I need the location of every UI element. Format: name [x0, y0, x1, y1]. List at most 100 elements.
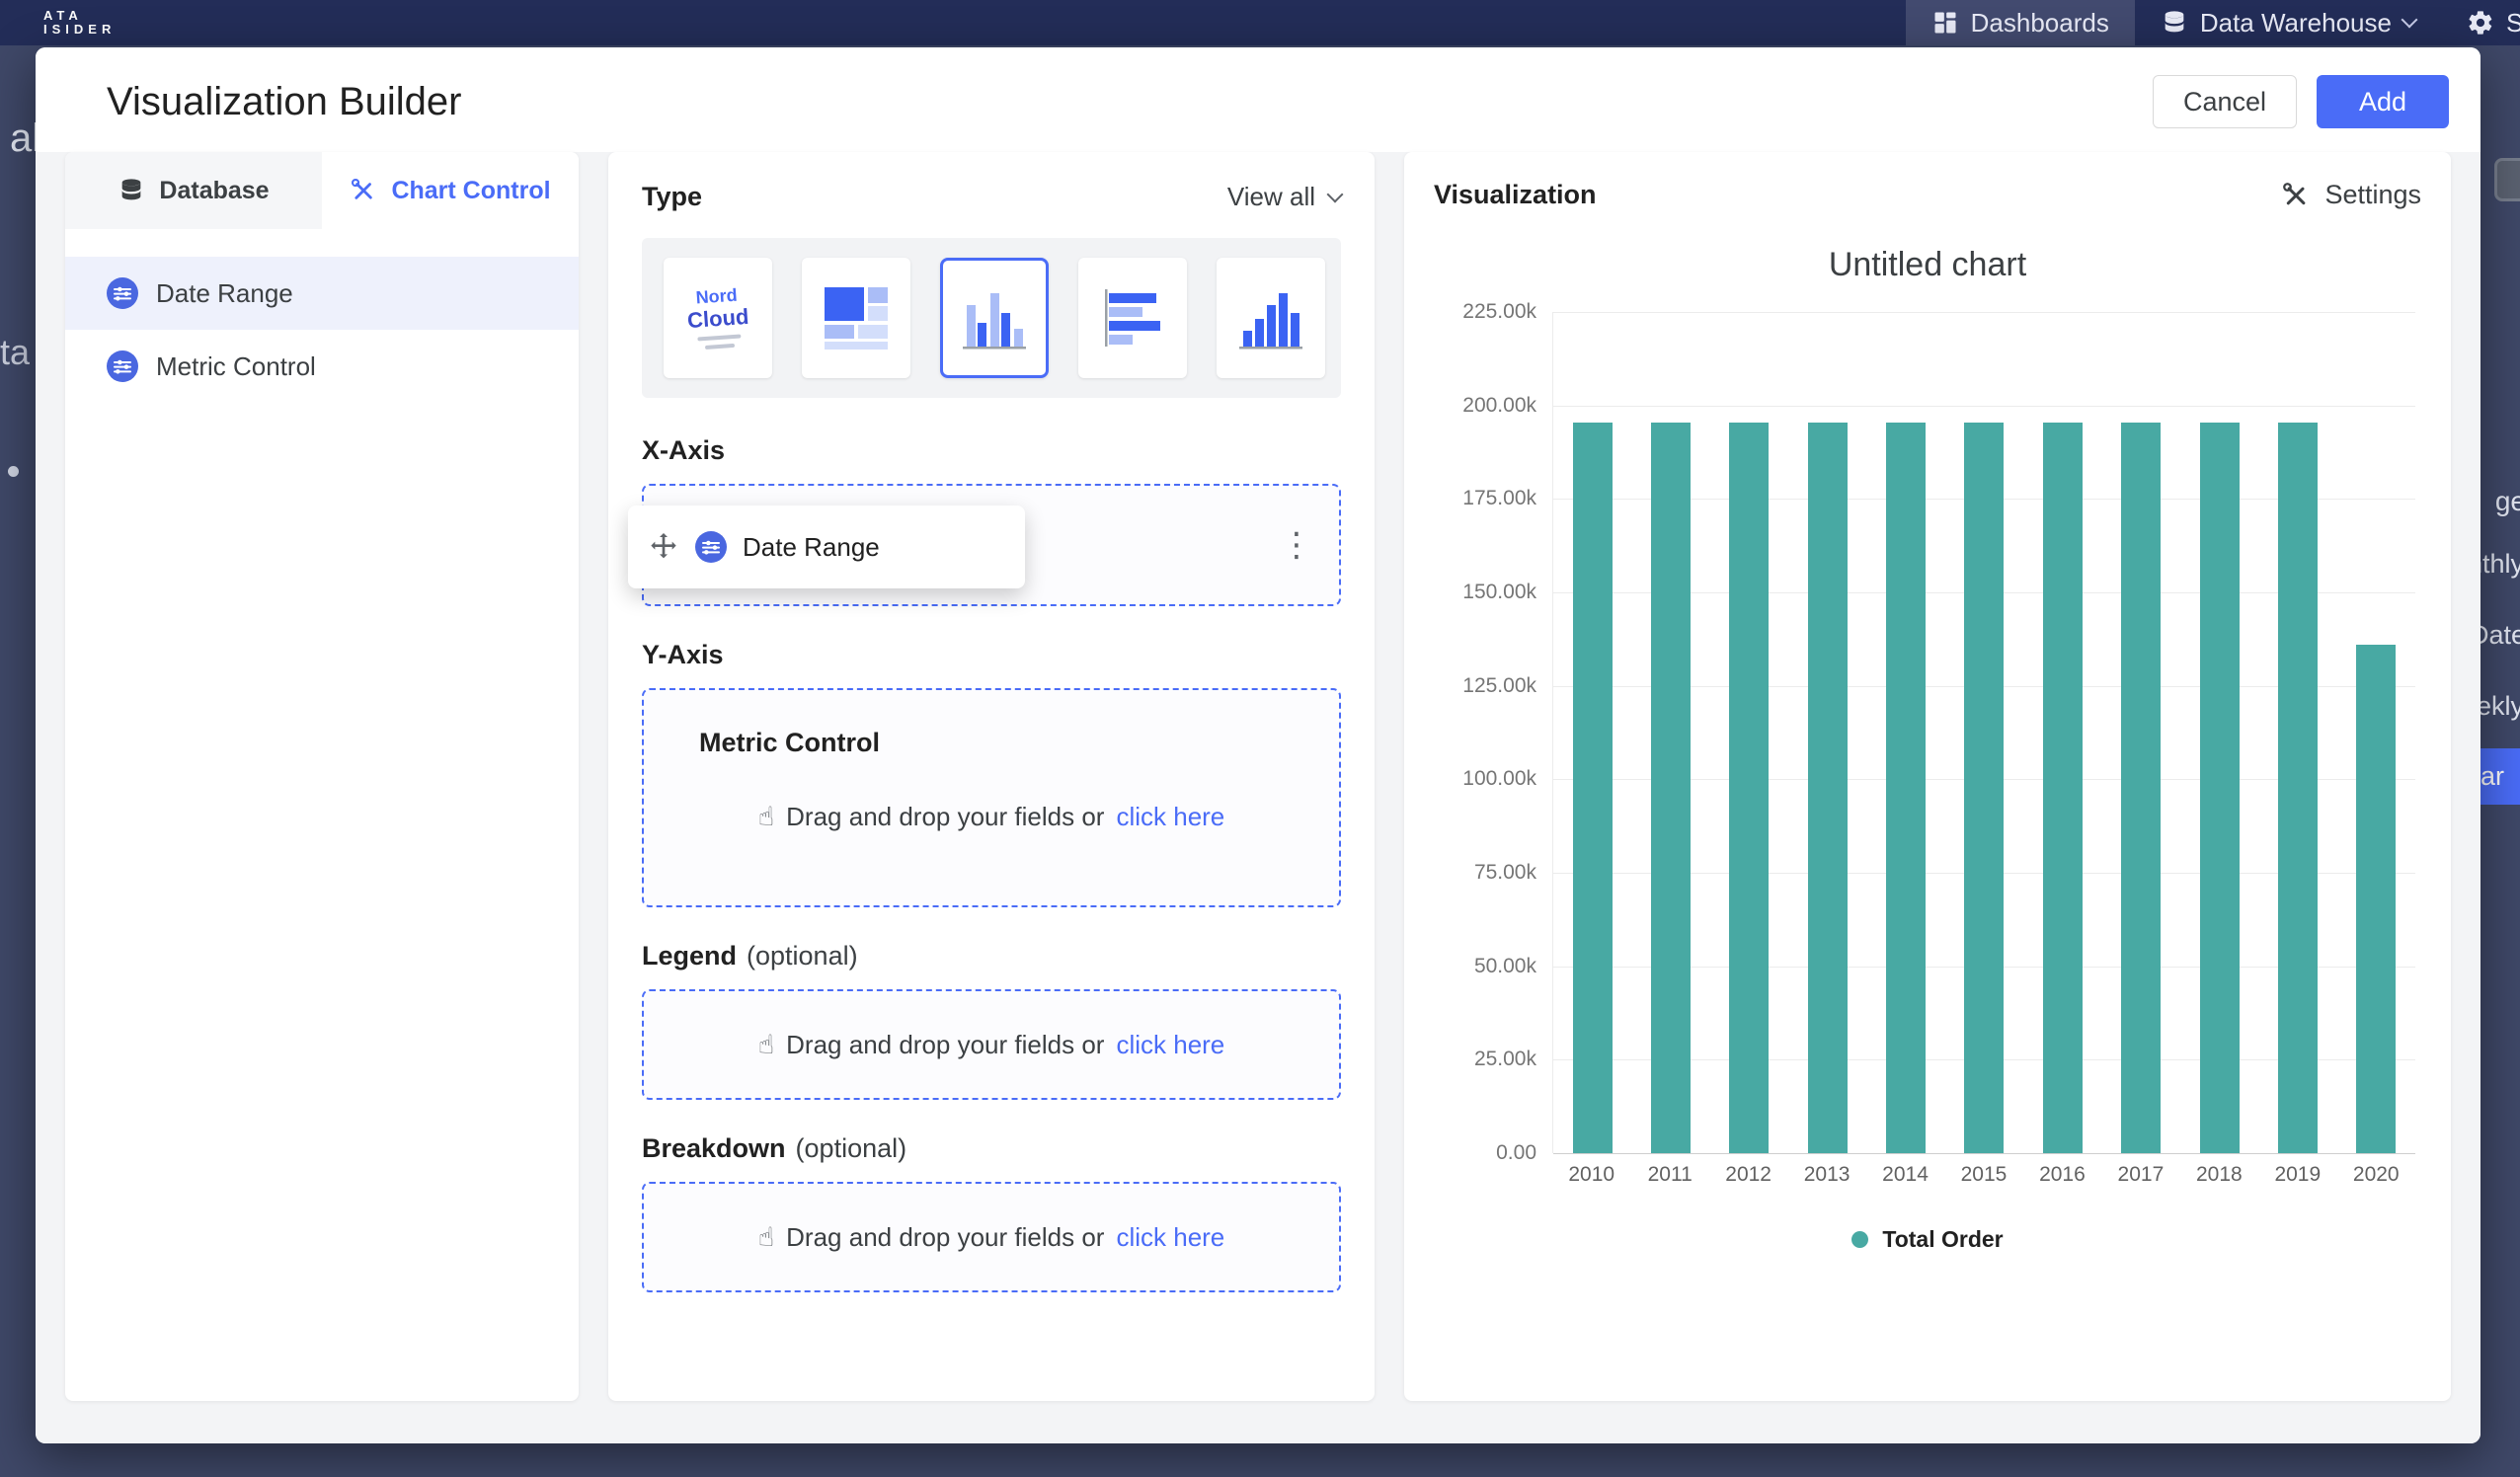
- chart-x-axis: 2010201120122013201420152016201720182019…: [1552, 1163, 2415, 1187]
- y-axis-label: Y-Axis: [642, 640, 724, 670]
- view-all-dropdown[interactable]: View all: [1227, 182, 1341, 212]
- chart-type-horizontal-bar[interactable]: [1078, 258, 1187, 378]
- chart-config-panel: Type View all Nord Cloud: [608, 152, 1375, 1401]
- y-tick-label: 50.00k: [1474, 955, 1536, 978]
- gridline: [1553, 1153, 2415, 1154]
- nav-settings-label: Setti: [2506, 8, 2520, 39]
- y-tick-label: 100.00k: [1462, 767, 1536, 791]
- bar-chart-preview-icon: [959, 279, 1030, 356]
- chart-legend: Total Order: [1434, 1226, 2421, 1253]
- table-preview-icon: [821, 279, 892, 356]
- settings-button[interactable]: Settings: [2281, 180, 2421, 210]
- breakdown-dropzone[interactable]: ☝ Drag and drop your fields or click her…: [642, 1182, 1341, 1292]
- chart-bars: [1553, 312, 2415, 1153]
- legend-dropzone[interactable]: ☝ Drag and drop your fields or click her…: [642, 989, 1341, 1100]
- y-tick-label: 200.00k: [1462, 394, 1536, 418]
- click-here-link[interactable]: click here: [1116, 1222, 1224, 1253]
- chevron-down-icon: [2401, 12, 2417, 29]
- bar-slot: [2102, 312, 2180, 1153]
- click-here-link[interactable]: click here: [1116, 802, 1224, 832]
- chart-plot: [1552, 312, 2415, 1153]
- x-tick-label: 2011: [1630, 1163, 1708, 1187]
- legend-color-dot: [1851, 1231, 1868, 1248]
- tab-chart-control[interactable]: Chart Control: [322, 152, 579, 229]
- breakdown-section-label: Breakdown: [642, 1133, 786, 1164]
- x-axis-dropzone[interactable]: Date Range ⋮: [642, 484, 1341, 606]
- bar-slot: [2023, 312, 2101, 1153]
- field-item-label: Date Range: [156, 278, 293, 309]
- x-tick-label: 2013: [1787, 1163, 1865, 1187]
- tab-database[interactable]: Database: [65, 152, 322, 229]
- bar-slot: [1631, 312, 1709, 1153]
- chart-type-table[interactable]: [802, 258, 910, 378]
- chart-type-column[interactable]: [1217, 258, 1325, 378]
- bar-slot: [1710, 312, 1788, 1153]
- bar-2020: [2356, 645, 2396, 1153]
- y-axis-dropzone[interactable]: Metric Control ☝ Drag and drop your fiel…: [642, 688, 1341, 907]
- view-all-label: View all: [1227, 182, 1315, 212]
- x-axis-section: X-Axis Date Range ⋮: [642, 435, 1341, 606]
- x-tick-label: 2010: [1552, 1163, 1630, 1187]
- x-tick-label: 2017: [2101, 1163, 2179, 1187]
- y-axis-field-title: Metric Control: [699, 728, 1339, 758]
- modal-header: Visualization Builder Cancel Add: [36, 47, 2481, 152]
- y-tick-label: 125.00k: [1462, 674, 1536, 698]
- nav-data-warehouse[interactable]: Data Warehouse: [2135, 0, 2441, 45]
- y-tick-label: 225.00k: [1462, 300, 1536, 324]
- field-item-label: Metric Control: [156, 351, 316, 382]
- tab-database-label: Database: [159, 177, 269, 205]
- visualization-header: Visualization: [1434, 180, 1597, 210]
- bar-slot: [1553, 312, 1631, 1153]
- wordcloud-decor: [705, 344, 735, 350]
- chart-y-axis: 225.00k200.00k175.00k150.00k125.00k100.0…: [1434, 312, 1552, 1153]
- nav-dashboards[interactable]: Dashboards: [1906, 0, 2135, 45]
- x-tick-label: 2019: [2258, 1163, 2336, 1187]
- chart-type-strip: Nord Cloud: [642, 238, 1341, 398]
- horizontal-bar-preview-icon: [1097, 279, 1168, 356]
- kebab-menu-icon[interactable]: ⋮: [1280, 528, 1313, 562]
- dragged-field-label: Date Range: [743, 532, 880, 563]
- bar-2010: [1573, 423, 1613, 1153]
- chart-area: 225.00k200.00k175.00k150.00k125.00k100.0…: [1434, 312, 2421, 1153]
- bar-2016: [2043, 423, 2083, 1153]
- nav-data-warehouse-label: Data Warehouse: [2200, 8, 2392, 39]
- legend-section-label: Legend: [642, 941, 737, 972]
- x-axis-label: X-Axis: [642, 435, 725, 466]
- y-tick-label: 0.00: [1496, 1141, 1536, 1165]
- backdrop-text-fragment: ta: [0, 332, 30, 373]
- chart-type-bar-selected[interactable]: [940, 258, 1049, 378]
- breakdown-section: Breakdown (optional) ☝ Drag and drop you…: [642, 1133, 1341, 1292]
- bar-slot: [2180, 312, 2258, 1153]
- y-tick-label: 150.00k: [1462, 581, 1536, 604]
- chart-title: Untitled chart: [1434, 246, 2421, 284]
- settings-label: Settings: [2324, 180, 2421, 210]
- breakdown-optional-suffix: (optional): [796, 1133, 907, 1164]
- drag-hand-icon: ☝: [758, 1222, 774, 1253]
- bar-2019: [2278, 423, 2318, 1153]
- dragged-field-date-range[interactable]: Date Range: [628, 505, 1025, 588]
- cancel-button[interactable]: Cancel: [2153, 75, 2297, 128]
- control-field-icon: [107, 350, 138, 382]
- backdrop-bullet-dot: [8, 466, 19, 477]
- x-tick-label: 2015: [1944, 1163, 2022, 1187]
- wordcloud-decor: [697, 334, 741, 341]
- bar-2013: [1808, 423, 1848, 1153]
- dropzone-hint-text: Drag and drop your fields or: [786, 1030, 1104, 1060]
- app-logo: ATA ISIDER: [43, 9, 116, 37]
- add-button[interactable]: Add: [2317, 75, 2449, 128]
- gear-icon: [2467, 9, 2494, 37]
- chart-type-wordcloud[interactable]: Nord Cloud: [664, 258, 772, 378]
- click-here-link[interactable]: click here: [1116, 1030, 1224, 1060]
- nav-settings[interactable]: Setti: [2441, 0, 2520, 45]
- top-navigation-bar: ATA ISIDER Dashboards Data Warehouse Set…: [0, 0, 2520, 45]
- dropzone-hint-text: Drag and drop your fields or: [786, 802, 1104, 832]
- field-item-date-range[interactable]: Date Range: [65, 257, 579, 330]
- tools-icon: [2281, 181, 2311, 210]
- y-tick-label: 25.00k: [1474, 1048, 1536, 1071]
- bar-2018: [2200, 423, 2240, 1153]
- legend-series-label: Total Order: [1882, 1226, 2003, 1253]
- move-icon: [648, 531, 679, 563]
- wordcloud-preview: Nord Cloud: [685, 285, 751, 350]
- field-item-metric-control[interactable]: Metric Control: [65, 330, 579, 403]
- fields-panel: Database Chart Control Date Range Metric…: [65, 152, 579, 1401]
